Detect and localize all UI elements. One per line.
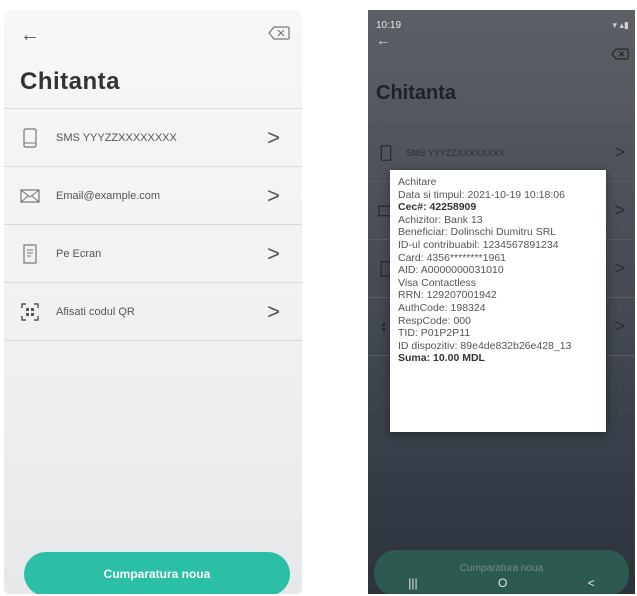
android-nav-bar: ||| O < — [368, 576, 635, 594]
receipt-line: ID dispozitiv: 89e4de832b26e428_13 — [398, 339, 572, 352]
chevron-right-icon: > — [267, 240, 280, 266]
receipt-line: Suma: 10.00 MDL — [398, 352, 485, 365]
receipt-line: AID: A0000000031010 — [398, 264, 504, 277]
recent-apps-icon[interactable]: ||| — [408, 576, 417, 594]
qr-icon — [20, 302, 40, 322]
new-purchase-button[interactable]: Cumparatura noua — [24, 552, 290, 594]
chevron-right-icon: > — [267, 298, 280, 324]
option-qr-label: Afisati codul QR — [56, 305, 135, 318]
receipt-line: AuthCode: 198324 — [398, 301, 486, 314]
screen-icon — [20, 243, 40, 264]
option-screen[interactable]: Pe Ecran > — [4, 225, 302, 283]
receipt-line: Visa Contactless — [398, 276, 477, 289]
receipt-line: Beneficiar: Dolinschi Dumitru SRL — [398, 226, 557, 239]
page-title: Chitanta — [376, 82, 456, 104]
receipt-line: Card: 4356********1961 — [398, 251, 506, 264]
receipt-options-list: SMS YYYZZXXXXXXXX > Email@example.com > … — [4, 108, 302, 341]
receipt-line: TID: P01P2P11 — [398, 327, 471, 340]
option-sms[interactable]: SMS YYYZZXXXXXXXX > — [4, 109, 302, 167]
option-sms-label: SMS YYYZZXXXXXXXX — [406, 147, 505, 158]
receipt-line: RRN: 129207001942 — [398, 289, 497, 302]
backspace-icon[interactable] — [611, 48, 629, 60]
chevron-right-icon: > — [267, 124, 280, 150]
receipt-popup: Achitare Data si timpul: 2021-10-19 10:18… — [390, 170, 606, 432]
chevron-right-icon: > — [614, 316, 625, 336]
back-icon[interactable]: < — [588, 576, 595, 594]
back-arrow-icon[interactable]: ← — [376, 32, 390, 48]
back-arrow-icon[interactable]: ← — [20, 24, 40, 47]
option-qr[interactable]: Afisati codul QR > — [4, 283, 302, 341]
backspace-icon[interactable] — [268, 26, 290, 40]
chevron-right-icon: > — [614, 142, 625, 162]
left-phone-screen: ← Chitanta SMS YYYZZXXXXXXXX > Email@exa… — [4, 10, 302, 594]
phone-icon — [20, 127, 40, 148]
option-email[interactable]: Email@example.com > — [4, 167, 302, 225]
receipt-line: Cec#: 42258909 — [398, 201, 477, 214]
receipt-line: ID-ul contribuabil: 1234567891234 — [398, 238, 559, 251]
option-sms-label: SMS YYYZZXXXXXXXX — [56, 131, 177, 144]
receipt-line: RespCode: 000 — [398, 314, 471, 327]
phone-icon — [380, 144, 392, 161]
home-icon[interactable]: O — [498, 576, 507, 594]
signal-battery-icon: ▾ ▴▮ — [612, 20, 630, 30]
page-title: Chitanta — [20, 68, 120, 95]
receipt-line: Achizitor: Bank 13 — [398, 213, 483, 226]
chevron-right-icon: > — [614, 200, 625, 220]
chevron-right-icon: > — [614, 258, 625, 278]
option-email-label: Email@example.com — [56, 189, 161, 202]
mail-icon — [20, 186, 40, 206]
chevron-right-icon: > — [267, 182, 280, 208]
receipt-line: Achitare — [398, 176, 437, 188]
status-time: 10:19 — [376, 20, 402, 31]
receipt-line: Data si timpul: 2021-10-19 10:18:06 — [398, 188, 565, 201]
option-screen-label: Pe Ecran — [56, 247, 102, 260]
